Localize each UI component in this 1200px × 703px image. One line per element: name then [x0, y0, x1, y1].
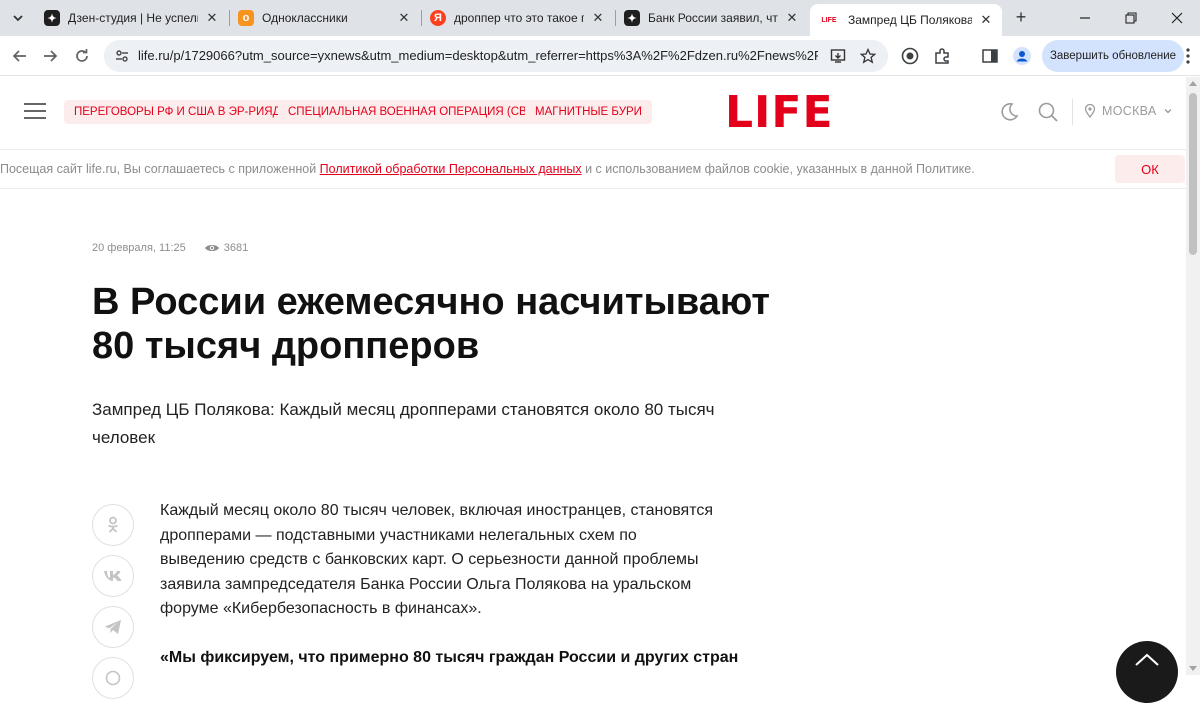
article-headline: В России ежемесячно насчитывают 80 тысяч…	[92, 281, 771, 367]
new-tab-button[interactable]: +	[1010, 6, 1032, 28]
restore-icon	[1125, 12, 1137, 24]
avatar-icon	[1013, 47, 1031, 65]
minimize-button[interactable]	[1062, 0, 1108, 36]
extension-button[interactable]	[900, 46, 920, 66]
search-icon[interactable]	[1037, 101, 1059, 123]
browser-tab-bank-russia[interactable]: ✦ Банк России заявил, что ех ✕	[616, 4, 808, 32]
ok-icon: o	[238, 10, 254, 26]
article-body-paragraph: Каждый месяц около 80 тысяч человек, вкл…	[160, 502, 714, 617]
article-subtitle: Зампред ЦБ Полякова: Каждый месяц дроппе…	[92, 400, 715, 447]
back-button[interactable]	[8, 44, 32, 68]
eye-icon	[204, 245, 219, 251]
browser-toolbar: life.ru/p/1729066?utm_source=yxnews&utm_…	[0, 36, 1200, 76]
nav-pill-svo[interactable]: СПЕЦИАЛЬНАЯ ВОЕННАЯ ОПЕРАЦИЯ (СВО)	[278, 100, 550, 124]
chevron-down-icon	[1164, 109, 1172, 114]
hamburger-menu-icon[interactable]	[24, 103, 46, 119]
cookie-ok-button[interactable]: ОК	[1115, 155, 1185, 183]
minimize-icon	[1080, 17, 1090, 19]
vk-icon	[104, 571, 122, 581]
view-count: 3681	[204, 242, 248, 254]
forward-button[interactable]	[38, 44, 62, 68]
cookie-text: Посещая сайт life.ru, Вы соглашаетесь с …	[0, 162, 975, 176]
side-panel-button[interactable]	[980, 46, 1000, 66]
telegram-icon	[105, 620, 121, 634]
dzen-icon: ✦	[44, 10, 60, 26]
site-settings-icon[interactable]	[114, 48, 130, 64]
share-whatsapp-button[interactable]	[92, 657, 134, 699]
article-quote: «Мы фиксируем, что примерно 80 тысяч гра…	[160, 649, 739, 666]
close-tab-icon[interactable]: ✕	[204, 10, 220, 26]
scroll-down-arrow-icon[interactable]	[1189, 666, 1197, 671]
address-bar[interactable]: life.ru/p/1729066?utm_source=yxnews&utm_…	[104, 40, 888, 72]
browser-tab-yandex-search[interactable]: Я дроппер что это такое про ✕	[422, 4, 614, 32]
extension-shield-icon	[901, 47, 919, 65]
close-tab-icon[interactable]: ✕	[590, 10, 606, 26]
dark-mode-moon-icon[interactable]	[998, 101, 1020, 123]
privacy-policy-link[interactable]: Политикой обработки Персональных данных	[320, 162, 582, 176]
install-app-icon[interactable]	[830, 48, 846, 64]
finish-update-button[interactable]: Завершить обновление	[1042, 40, 1184, 72]
browser-tab-strip: ✦ Дзен-студия | Не успели с б ✕ o Однокл…	[0, 0, 1200, 36]
close-tab-icon[interactable]: ✕	[784, 10, 800, 26]
article-meta: 20 февраля, 11:25 3681	[92, 242, 248, 254]
profile-button[interactable]	[1012, 46, 1032, 66]
url-text: life.ru/p/1729066?utm_source=yxnews&utm_…	[138, 48, 818, 63]
whatsapp-icon	[105, 670, 121, 686]
nav-pill-negotiations[interactable]: ПЕРЕГОВОРЫ РФ И США В ЭР-РИЯДЕ	[64, 100, 299, 124]
extensions-button[interactable]	[932, 46, 952, 66]
scrollbar-thumb[interactable]	[1189, 93, 1197, 255]
tab-search-button[interactable]	[6, 6, 30, 30]
odnoklassniki-icon	[108, 516, 118, 533]
close-tab-icon[interactable]: ✕	[396, 10, 412, 26]
chevron-up-icon	[1135, 653, 1159, 666]
page-scrollbar[interactable]	[1186, 77, 1200, 675]
arrow-left-icon	[12, 50, 26, 62]
share-telegram-button[interactable]	[92, 606, 134, 648]
browser-tab-dzen-studio[interactable]: ✦ Дзен-студия | Не успели с б ✕	[36, 4, 228, 32]
scroll-up-arrow-icon[interactable]	[1189, 81, 1197, 86]
reload-button[interactable]	[70, 44, 94, 68]
bookmark-star-icon[interactable]	[860, 48, 876, 64]
city-selector[interactable]: МОСКВА	[1084, 104, 1173, 118]
article-date: 20 февраля, 11:25	[92, 242, 186, 254]
yandex-icon: Я	[430, 10, 446, 26]
life-icon: LIFE	[818, 12, 840, 28]
close-window-button[interactable]	[1154, 0, 1200, 36]
location-pin-icon	[1084, 104, 1096, 118]
close-tab-icon[interactable]: ✕	[978, 12, 994, 28]
chevron-down-icon	[13, 15, 23, 22]
restore-button[interactable]	[1108, 0, 1154, 36]
menu-kebab-icon[interactable]	[1186, 48, 1190, 64]
browser-tab-active-life[interactable]: LIFE Зампред ЦБ Полякова: Каж ✕	[810, 4, 1002, 36]
share-vk-button[interactable]	[92, 555, 134, 597]
dzen-icon: ✦	[624, 10, 640, 26]
browser-tab-odnoklassniki[interactable]: o Одноклассники ✕	[230, 4, 420, 32]
life-logo[interactable]: LIFE	[725, 91, 834, 135]
side-panel-icon	[982, 49, 998, 63]
puzzle-icon	[935, 48, 949, 64]
scroll-to-top-button[interactable]	[1116, 641, 1178, 703]
arrow-right-icon	[44, 50, 58, 62]
cookie-consent-bar: Посещая сайт life.ru, Вы соглашаетесь с …	[0, 149, 1186, 189]
site-header: ПЕРЕГОВОРЫ РФ И США В ЭР-РИЯДЕ СПЕЦИАЛЬН…	[0, 77, 1186, 147]
close-icon	[1171, 12, 1183, 24]
reload-icon	[76, 49, 88, 62]
nav-pill-magnetic-storms[interactable]: МАГНИТНЫЕ БУРИ	[525, 100, 652, 124]
share-odnoklassniki-button[interactable]	[92, 504, 134, 546]
city-name: МОСКВА	[1102, 104, 1157, 118]
